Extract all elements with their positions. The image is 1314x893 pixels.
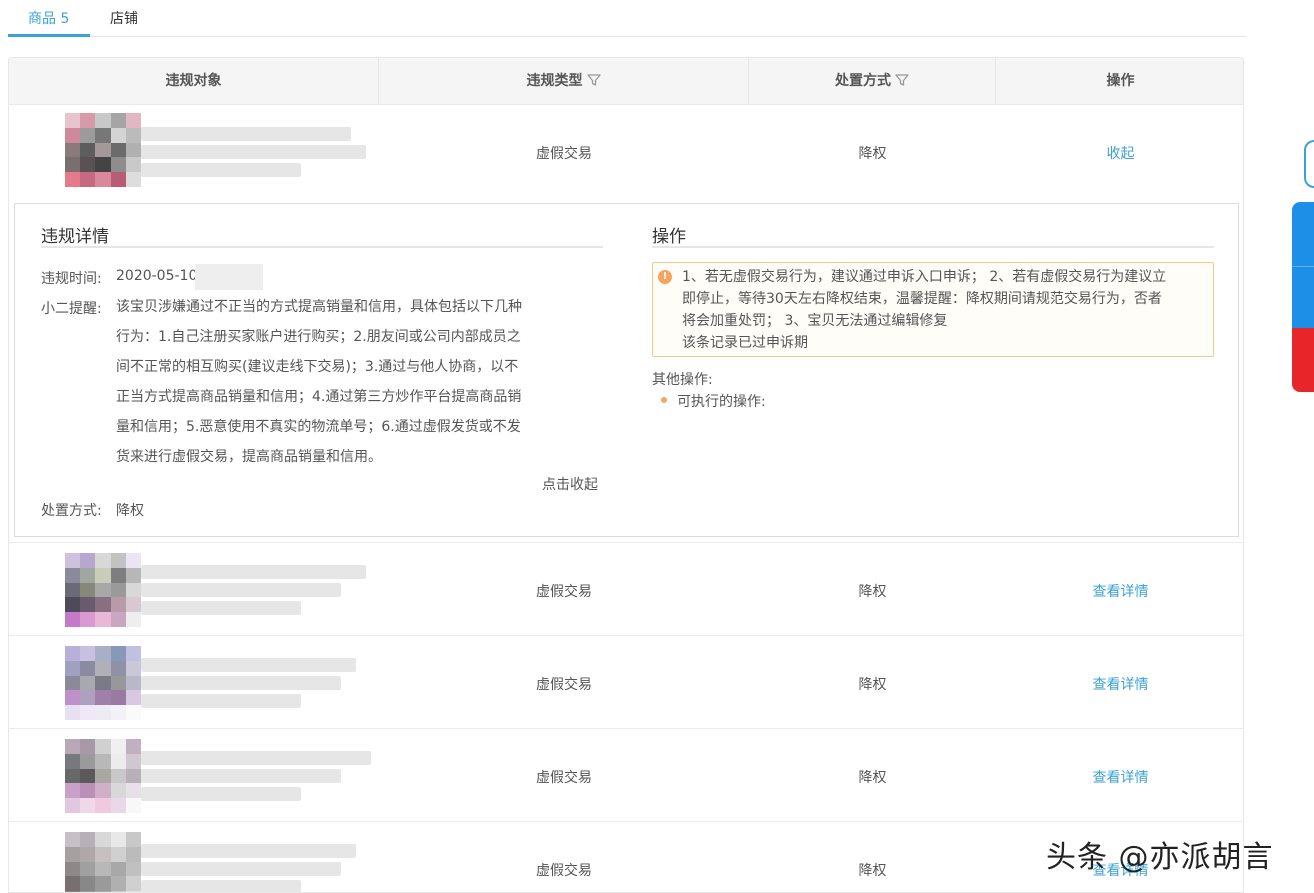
- disposal-value: 降权: [116, 503, 144, 519]
- product-thumbnail[interactable]: [65, 113, 141, 187]
- tab-products[interactable]: 商品 5: [28, 8, 69, 28]
- disposal-method: 降权: [858, 584, 887, 600]
- violation-type: 虚假交易: [536, 146, 592, 162]
- warning-icon: !: [658, 270, 672, 284]
- operation-title: 操作: [652, 227, 686, 247]
- filter-icon[interactable]: [895, 73, 909, 87]
- view-details-link[interactable]: 查看详情: [996, 581, 1243, 601]
- watermark: 头条 @亦派胡言: [1046, 840, 1274, 875]
- notice-text: 1、若无虚假交易行为，建议通过申诉入口申诉； 2、若有虚假交易行为建议立 即停止…: [682, 269, 1167, 351]
- product-title-blurred[interactable]: [141, 123, 371, 195]
- violation-type: 虚假交易: [536, 677, 592, 693]
- product-title-blurred[interactable]: [141, 840, 371, 892]
- click-collapse-link[interactable]: 点击收起: [542, 474, 598, 494]
- table-row: 虚假交易 降权 查看详情: [9, 636, 1243, 729]
- violation-time-value: 2020-05-10: [116, 268, 198, 284]
- disposal-label: 处置方式:: [41, 503, 102, 519]
- divider: [41, 246, 603, 248]
- violations-table: 违规对象 违规类型 处置方式 操作 虚假交易 降权 收起 违规详情 违规时间: …: [8, 57, 1244, 893]
- column-header-object: 违规对象: [9, 58, 379, 105]
- other-operations-label: 其他操作:: [652, 372, 713, 388]
- disposal-method: 降权: [858, 770, 887, 786]
- product-thumbnail[interactable]: [65, 739, 141, 813]
- float-red-button[interactable]: [1292, 328, 1314, 392]
- column-header-type: 违规类型: [379, 58, 749, 105]
- float-contact-button[interactable]: [1292, 202, 1314, 266]
- divider: [652, 246, 1214, 248]
- tab-bar: 商品 5 店铺: [8, 0, 1246, 37]
- table-row: 虚假交易 降权 查看详情: [9, 543, 1243, 636]
- column-header-disposal: 处置方式: [749, 58, 996, 105]
- float-help-icon[interactable]: [1304, 140, 1314, 188]
- product-title-blurred[interactable]: [141, 747, 371, 819]
- view-details-link[interactable]: 查看详情: [996, 767, 1243, 787]
- disposal-method: 降权: [858, 146, 887, 162]
- column-header-operation: 操作: [1106, 73, 1135, 89]
- table-row: 虚假交易 降权 收起 违规详情 违规时间: 2020-05-10 小二提醒: 该…: [9, 105, 1243, 543]
- detail-title: 违规详情: [41, 227, 109, 247]
- disposal-method: 降权: [858, 863, 887, 879]
- violation-type: 虚假交易: [536, 584, 592, 600]
- product-thumbnail[interactable]: [65, 832, 141, 892]
- reminder-label: 小二提醒:: [41, 301, 102, 317]
- collapse-link[interactable]: 收起: [996, 143, 1243, 163]
- table-row: 虚假交易 降权 查看详情: [9, 729, 1243, 822]
- violation-type: 虚假交易: [536, 770, 592, 786]
- tab-shop[interactable]: 店铺: [110, 8, 138, 28]
- bullet-icon: [661, 397, 667, 403]
- violation-type: 虚假交易: [536, 863, 592, 879]
- violation-time-label: 违规时间:: [41, 271, 102, 287]
- redacted-time: [195, 264, 263, 290]
- product-title-blurred[interactable]: [141, 561, 371, 633]
- active-tab-indicator: [8, 34, 90, 37]
- violation-detail-panel: 违规详情 违规时间: 2020-05-10 小二提醒: 该宝贝涉嫌通过不正当的方…: [14, 203, 1239, 537]
- float-feedback-button[interactable]: [1292, 266, 1314, 328]
- view-details-link[interactable]: 查看详情: [996, 674, 1243, 694]
- table-header: 违规对象 违规类型 处置方式 操作: [9, 58, 1243, 105]
- notice-box: ! 1、若无虚假交易行为，建议通过申诉入口申诉； 2、若有虚假交易行为建议立 即…: [652, 262, 1214, 357]
- filter-icon[interactable]: [586, 73, 601, 87]
- product-thumbnail[interactable]: [65, 646, 141, 720]
- product-thumbnail[interactable]: [65, 553, 141, 627]
- executable-operations-label: 可执行的操作:: [677, 394, 766, 410]
- disposal-method: 降权: [858, 677, 887, 693]
- product-title-blurred[interactable]: [141, 654, 371, 726]
- reminder-text: 该宝贝涉嫌通过不正当的方式提高销量和信用，具体包括以下几种 行为：1.自己注册买…: [116, 299, 522, 465]
